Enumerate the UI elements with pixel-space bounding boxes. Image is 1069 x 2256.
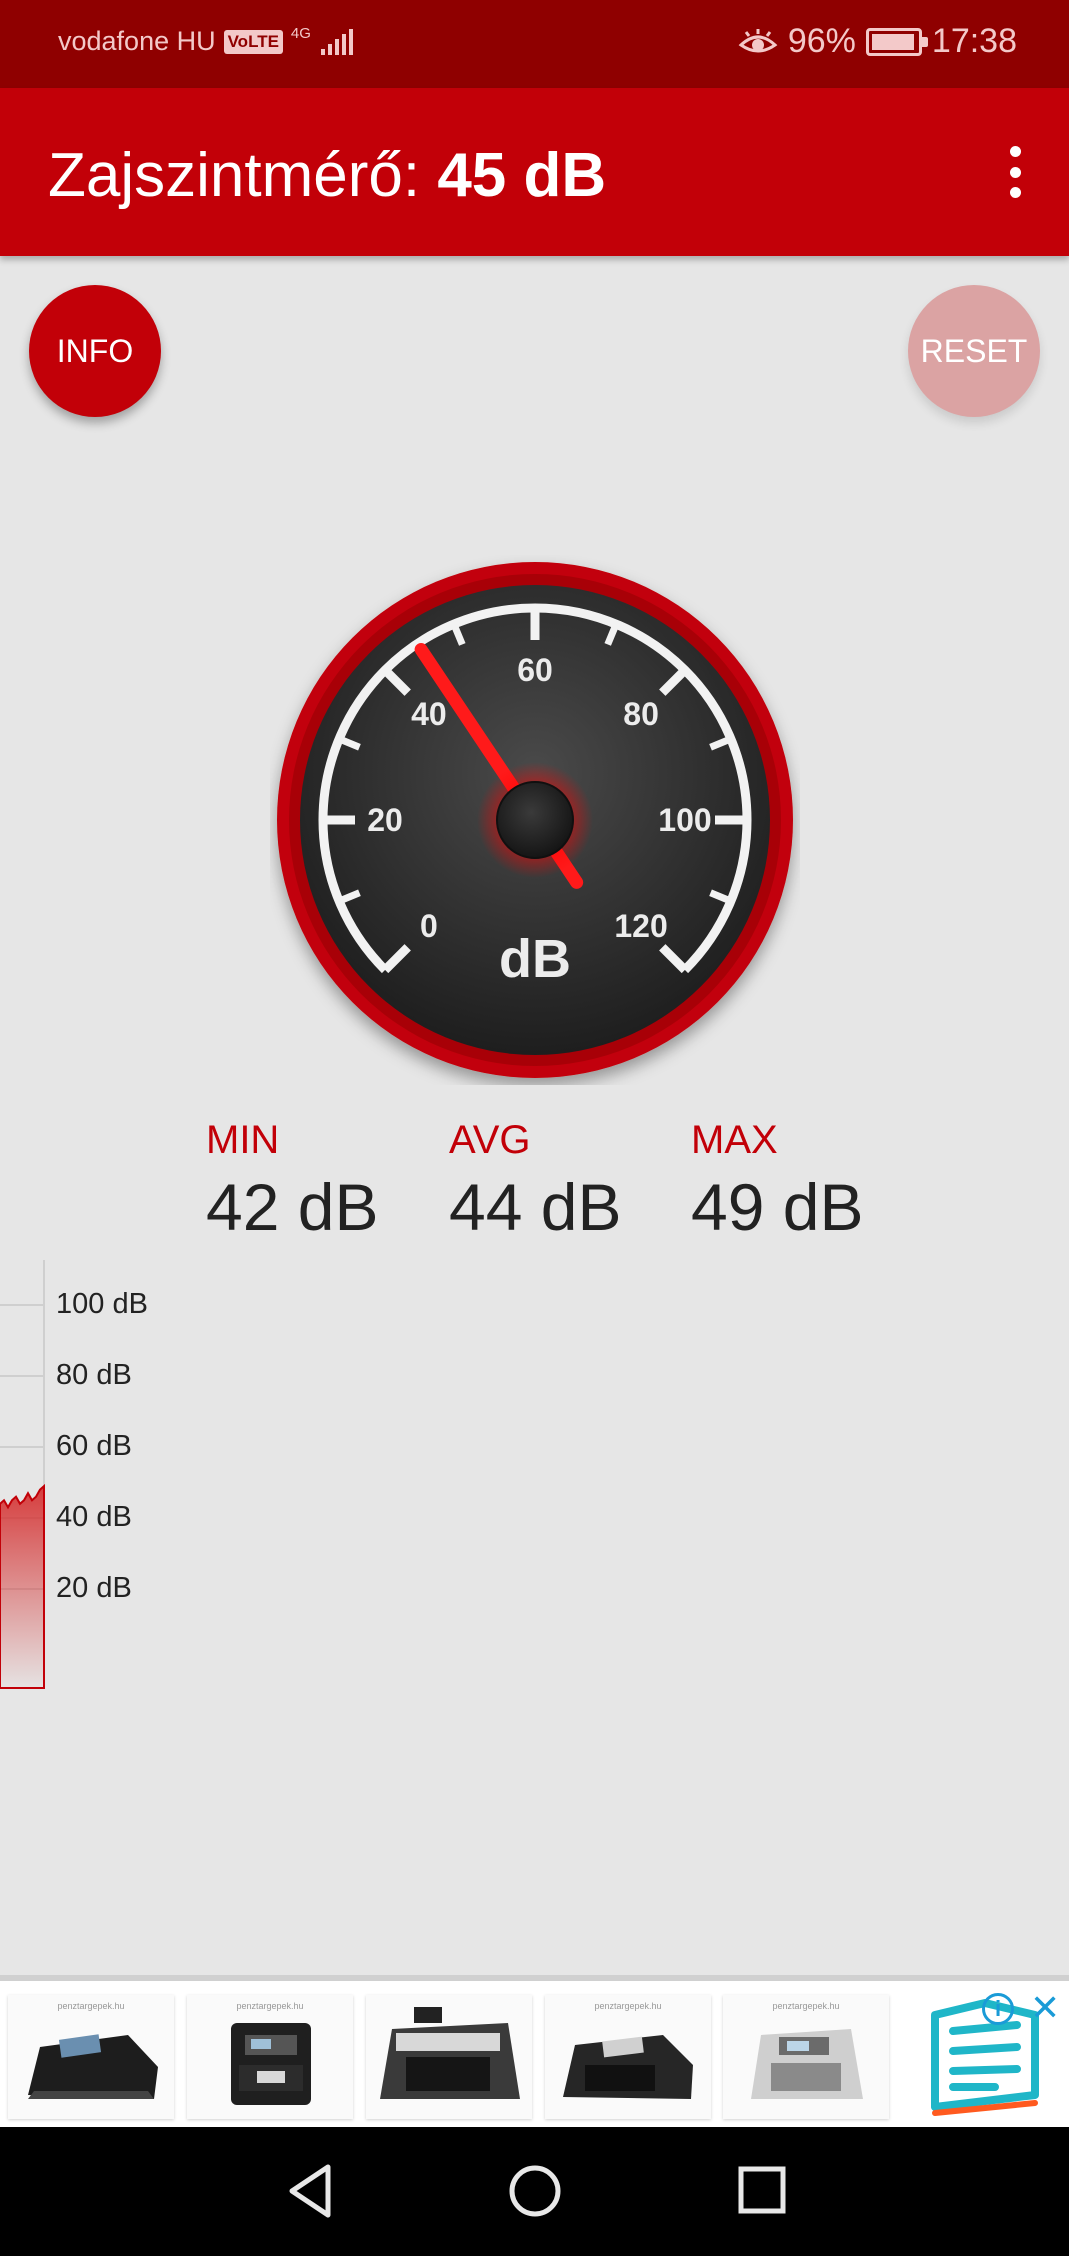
info-button-label: INFO (56, 332, 134, 369)
gauge-tick-label: 80 (623, 696, 659, 732)
battery-icon (865, 27, 928, 56)
ad-product-3[interactable] (366, 1995, 532, 2119)
app-bar: Zajszintmérő: 45 dB (0, 88, 1069, 256)
status-left: vodafone HU VoLTE 4G (58, 26, 353, 57)
history-label-80: 80 dB (56, 1359, 132, 1391)
stat-avg-value: 44 dB (449, 1170, 622, 1244)
network-type: 4G (290, 24, 311, 42)
stat-max-value: 49 dB (691, 1170, 864, 1244)
overflow-menu-icon[interactable] (1005, 146, 1025, 198)
signal-icon (320, 28, 353, 55)
stat-avg-label: AVG (449, 1118, 531, 1162)
stat-min: MIN 42 dB (206, 1118, 378, 1245)
money-counter-image (28, 2034, 158, 2099)
info-button[interactable]: INFO (29, 285, 161, 417)
reset-button[interactable]: RESET (908, 285, 1040, 417)
ad-close-icon[interactable]: ✕ (1030, 1987, 1060, 2029)
recents-icon[interactable] (734, 2159, 790, 2223)
status-bar: vodafone HU VoLTE 4G 96% 17:38 (0, 0, 1069, 88)
money-counter-image (751, 2029, 863, 2099)
gauge-tick-label: 0 (420, 908, 438, 944)
reset-button-label: RESET (920, 332, 1028, 369)
back-icon[interactable] (282, 2159, 338, 2223)
stat-max: MAX 49 dB (691, 1118, 863, 1245)
gauge-tick-label: 120 (614, 908, 667, 944)
gauge-hub (496, 781, 574, 859)
battery-percent: 96% (787, 22, 856, 60)
ad-product-4[interactable]: penztargepek.hu (545, 1995, 711, 2119)
eye-comfort-icon (738, 28, 778, 52)
app-title-value: 45 dB (437, 141, 607, 210)
history-label-100: 100 dB (56, 1288, 148, 1320)
volte-badge: VoLTE (223, 29, 283, 54)
gauge-tick-label: 40 (411, 696, 447, 732)
money-counter-image (563, 2035, 693, 2099)
stat-avg: AVG 44 dB (449, 1118, 621, 1245)
home-icon[interactable] (506, 2159, 564, 2223)
status-right: 96% 17:38 (738, 22, 1017, 61)
gauge-unit: dB (499, 929, 571, 989)
gauge-tick-label: 100 (658, 802, 711, 838)
ad-info-icon[interactable]: i (982, 1993, 1014, 2025)
app-title: Zajszintmérő: 45 dB (48, 140, 606, 211)
history-label-40: 40 dB (56, 1501, 132, 1533)
history-label-60: 60 dB (56, 1430, 132, 1462)
history-graph: 100 dB 80 dB 60 dB 40 dB 20 dB (0, 1260, 200, 1690)
ad-product-1[interactable]: penztargepek.hu (8, 1995, 174, 2119)
stat-min-label: MIN (206, 1118, 280, 1162)
clock: 17:38 (931, 22, 1017, 60)
history-label-20: 20 dB (56, 1572, 132, 1604)
carrier-name: vodafone HU (58, 26, 216, 56)
system-nav-bar (0, 2127, 1069, 2256)
decibel-gauge: 0 20 40 60 80 100 120 dB (277, 562, 793, 1078)
stat-min-value: 42 dB (206, 1170, 379, 1244)
ad-product-5[interactable]: penztargepek.hu (723, 1995, 889, 2119)
ad-product-2[interactable]: penztargepek.hu (187, 1995, 353, 2119)
gauge-tick-label: 60 (517, 652, 553, 688)
history-area (0, 1483, 45, 1689)
ad-banner[interactable]: penztargepek.hu penztargepek.hu penztarg… (0, 1975, 1069, 2127)
money-counter-image (231, 2023, 311, 2105)
app-title-prefix: Zajszintmérő: (48, 141, 421, 210)
money-counter-image (380, 2007, 520, 2099)
stat-max-label: MAX (691, 1118, 778, 1162)
gauge-tick-label: 20 (367, 802, 403, 838)
